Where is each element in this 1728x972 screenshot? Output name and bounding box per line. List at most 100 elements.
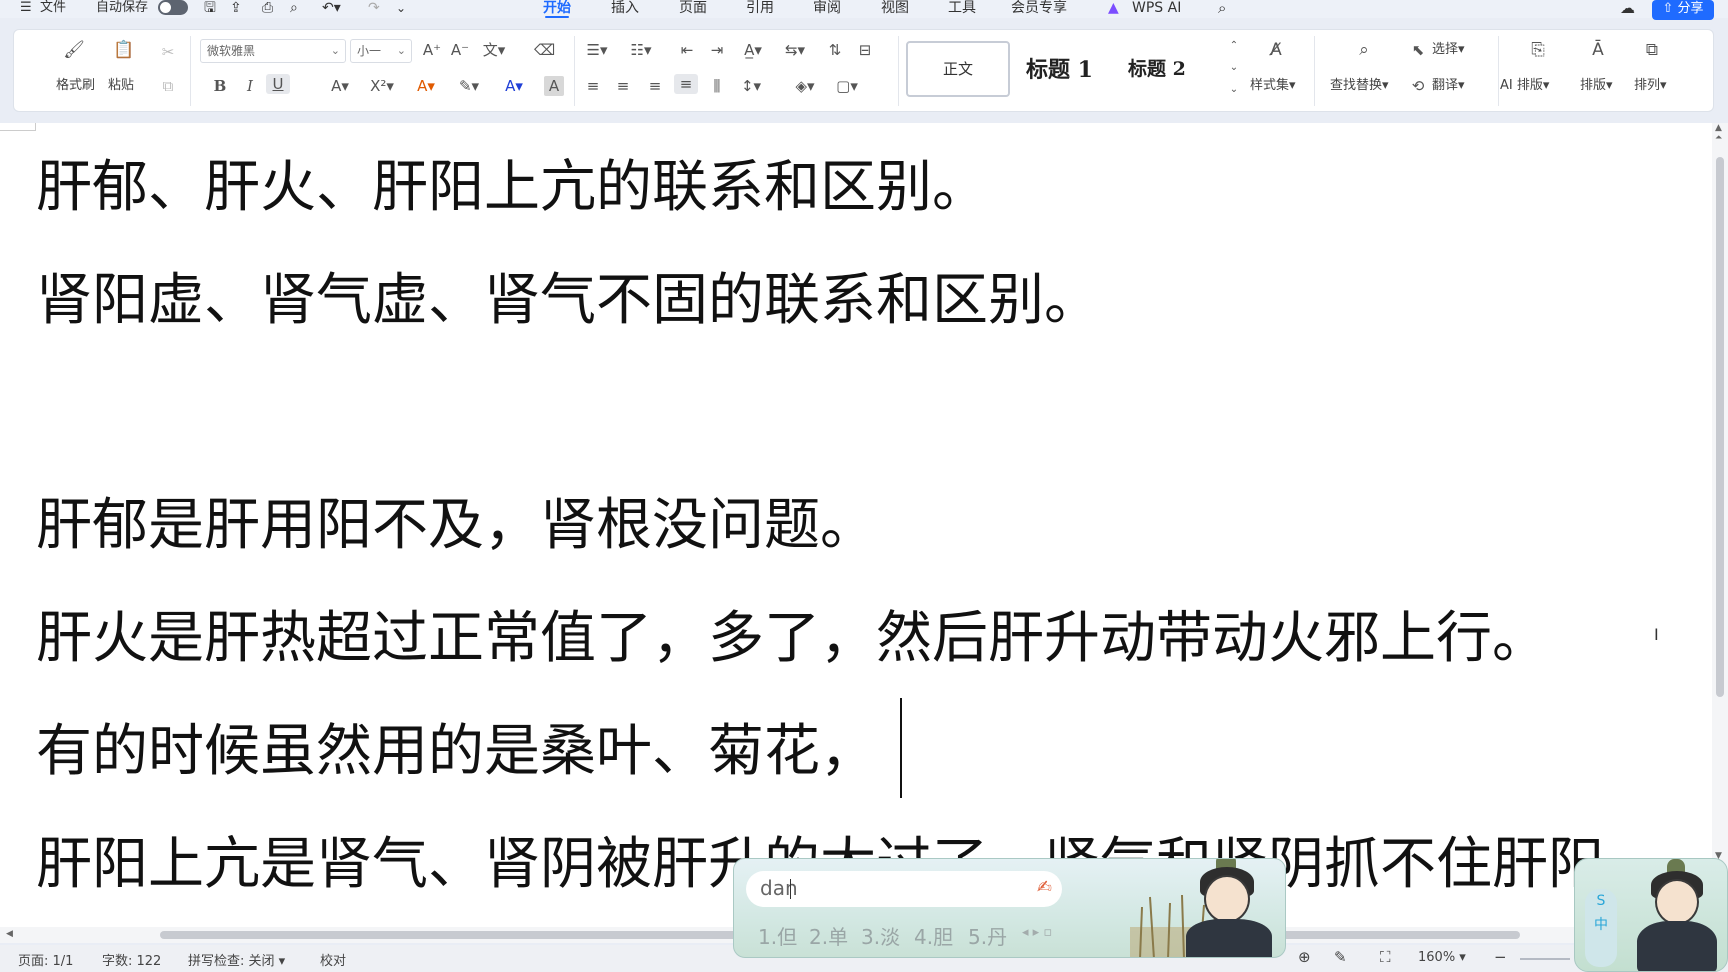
bold-button[interactable]: B	[210, 76, 230, 96]
clear-format-icon[interactable]: ⌫	[534, 40, 555, 60]
proofread-button[interactable]: 校对	[320, 950, 346, 969]
borders-icon[interactable]: ▢▾	[832, 76, 862, 96]
align-center-icon[interactable]: ≡	[612, 76, 634, 96]
line-spacing-icon[interactable]: ↕▾	[736, 76, 766, 96]
ime-candidate-1[interactable]: 1.但	[758, 921, 797, 950]
font-name-select[interactable]: 微软雅黑 ⌄	[200, 39, 346, 63]
align-left-icon[interactable]: ≡	[582, 76, 604, 96]
page-indicator[interactable]: 页面: 1/1	[18, 950, 73, 969]
pen-icon[interactable]: ✎	[1334, 948, 1347, 966]
tab-view[interactable]: 视图	[881, 0, 909, 16]
style-scroll-up-icon[interactable]: ⌃	[1227, 36, 1241, 56]
text-effect-icon[interactable]: A▾	[412, 76, 440, 96]
export-icon[interactable]: ⇪	[230, 0, 242, 16]
numbered-list-icon[interactable]: ☷▾	[626, 40, 656, 60]
ime-candidate-5[interactable]: 5.丹	[968, 921, 1007, 950]
menu-icon[interactable]: ☰	[20, 0, 32, 16]
zoom-level[interactable]: 160% ▾	[1418, 950, 1466, 965]
sort-icon[interactable]: ⇅	[824, 40, 846, 60]
style-heading-2[interactable]: 标题 2	[1128, 54, 1186, 81]
tab-member[interactable]: 会员专享	[1011, 0, 1067, 16]
ime-pen-icon[interactable]: ✍	[1037, 871, 1052, 905]
font-size-select[interactable]: 小一 ⌄	[350, 39, 412, 63]
layout-label[interactable]: 排版▾	[1580, 78, 1613, 94]
document-line-5[interactable]: 肝火是肝热超过正常值了，多了，然后肝升动带动火邪上行。	[36, 607, 1548, 671]
style-more-icon[interactable]: ⌄	[1227, 80, 1241, 100]
paste-icon[interactable]: 📋	[112, 40, 136, 60]
document-line-4[interactable]: 肝郁是肝用阳不及，肾根没问题。	[36, 494, 876, 558]
tab-wps-ai[interactable]: WPS AI	[1132, 0, 1181, 16]
chinese-layout-icon[interactable]: A̲▾	[738, 40, 768, 60]
redo-icon[interactable]: ↷	[368, 0, 380, 16]
layout-icon[interactable]: Ā	[1586, 40, 1610, 60]
highlight-icon[interactable]: ✎▾	[454, 76, 484, 96]
phonetic-guide-icon[interactable]: 文▾	[480, 40, 508, 60]
print-icon[interactable]: ⎙	[262, 0, 273, 16]
save-icon[interactable]: 🖫	[204, 0, 216, 16]
document-page[interactable]: 肝郁、肝火、肝阳上亢的联系和区别。 肾阳虚、肾气虚、肾气不固的联系和区别。 肝郁…	[0, 123, 1712, 927]
copy-icon[interactable]: ⧉	[158, 76, 178, 96]
select-icon[interactable]: ⬉	[1408, 40, 1428, 60]
tab-references[interactable]: 引用	[746, 0, 774, 16]
search-icon[interactable]: ⌕	[1218, 0, 1226, 16]
style-set-icon[interactable]: A̸	[1264, 40, 1288, 60]
arrange-label[interactable]: 排列▾	[1634, 78, 1667, 94]
italic-button[interactable]: I	[240, 76, 260, 96]
shrink-font-icon[interactable]: A⁻	[450, 40, 470, 60]
document-line-6[interactable]: 有的时候虽然用的是桑叶、菊花，	[36, 720, 876, 784]
web-layout-icon[interactable]: ⊕	[1298, 948, 1311, 966]
zoom-slider[interactable]	[1520, 958, 1570, 960]
format-painter-label[interactable]: 格式刷	[56, 78, 95, 94]
scroll-up-page-icon[interactable]: ⏶	[1715, 133, 1722, 143]
ime-page-arrows-icon[interactable]: ◂ ▸ ▫	[1022, 925, 1052, 940]
find-replace-icon[interactable]: ⌕	[1352, 40, 1376, 60]
vertical-scrollbar[interactable]: ▲ ⏶ ▼	[1712, 123, 1728, 927]
ime-candidate-3[interactable]: 3.淡	[861, 921, 900, 950]
share-button[interactable]: ⇧ 分享	[1652, 0, 1714, 20]
style-set-label[interactable]: 样式集▾	[1250, 78, 1296, 94]
decrease-indent-icon[interactable]: ⇤	[676, 40, 698, 60]
select-label[interactable]: 选择▾	[1432, 42, 1465, 58]
tab-home[interactable]: 开始	[543, 0, 571, 18]
fit-page-icon[interactable]: ⛶	[1380, 948, 1391, 966]
ime-candidate-4[interactable]: 4.胆	[914, 921, 953, 950]
mascot-widget[interactable]: S中	[1574, 858, 1728, 972]
find-replace-label[interactable]: 查找替换▾	[1330, 78, 1389, 94]
style-normal[interactable]: 正文	[906, 41, 1010, 97]
grow-font-icon[interactable]: A⁺	[422, 40, 442, 60]
style-heading-1[interactable]: 标题 1	[1026, 52, 1093, 84]
text-direction-icon[interactable]: ⇆▾	[780, 40, 810, 60]
tab-review[interactable]: 审阅	[813, 0, 841, 16]
distributed-align-icon[interactable]: ⫼	[706, 76, 728, 96]
autosave-toggle[interactable]	[158, 0, 188, 16]
strikethrough-icon[interactable]: A▾	[326, 76, 354, 96]
document-line-1[interactable]: 肝郁、肝火、肝阳上亢的联系和区别。	[36, 156, 988, 220]
tab-tools[interactable]: 工具	[948, 0, 976, 16]
shading-icon[interactable]: ◈▾	[790, 76, 820, 96]
underline-button[interactable]: U	[266, 74, 290, 94]
font-color-icon[interactable]: A▾	[500, 76, 528, 96]
increase-indent-icon[interactable]: ⇥	[706, 40, 728, 60]
word-count[interactable]: 字数: 122	[102, 950, 161, 969]
arrange-icon[interactable]: ⧉	[1640, 40, 1664, 60]
justify-icon[interactable]: ≡	[674, 74, 698, 94]
print-preview-icon[interactable]: ⌕	[290, 0, 298, 16]
document-line-2[interactable]: 肾阳虚、肾气虚、肾气不固的联系和区别。	[36, 269, 1100, 333]
bullet-list-icon[interactable]: ☰▾	[582, 40, 612, 60]
tab-page[interactable]: 页面	[679, 0, 707, 16]
align-right-icon[interactable]: ≡	[644, 76, 666, 96]
ai-layout-label[interactable]: AI 排版▾	[1500, 78, 1549, 94]
tab-insert[interactable]: 插入	[611, 0, 639, 16]
char-shading-icon[interactable]: A	[544, 76, 564, 96]
ime-composition-input[interactable]: dan ✍	[746, 871, 1062, 907]
ai-layout-icon[interactable]: ⎘	[1526, 40, 1550, 60]
translate-label[interactable]: 翻译▾	[1432, 78, 1465, 94]
ime-candidate-2[interactable]: 2.单	[809, 921, 848, 950]
file-menu[interactable]: 文件	[40, 0, 66, 16]
scroll-left-icon[interactable]: ◀	[6, 929, 13, 939]
zoom-out-icon[interactable]: −	[1494, 948, 1507, 966]
paste-label[interactable]: 粘贴	[108, 78, 134, 94]
cut-icon[interactable]: ✂	[158, 42, 178, 62]
style-scroll-down-icon[interactable]: ⌄	[1227, 58, 1241, 78]
translate-icon[interactable]: ⟲	[1408, 76, 1428, 96]
